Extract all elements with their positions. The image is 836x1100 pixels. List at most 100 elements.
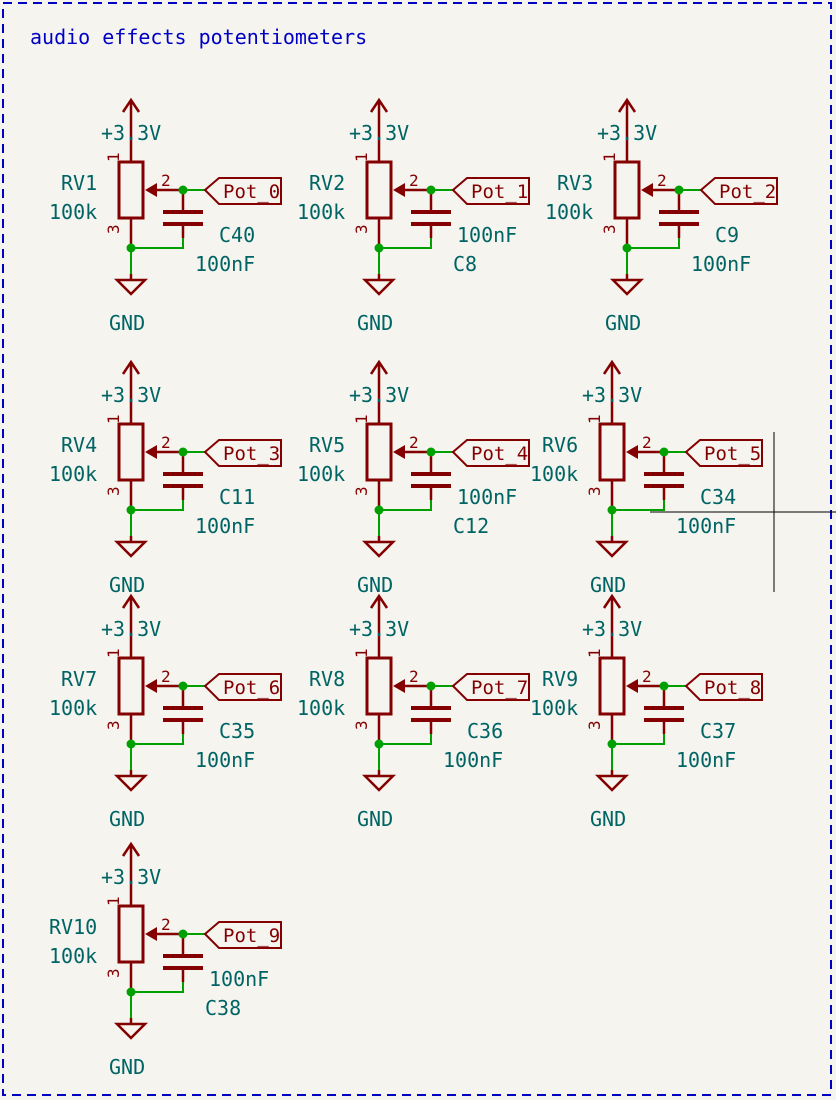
net-label: Pot_0: [223, 181, 280, 203]
potentiometer-symbol: [365, 656, 393, 716]
pin-number: 2: [161, 433, 171, 452]
ground-icon: [361, 770, 397, 792]
net-label: Pot_8: [704, 677, 761, 699]
pin-number: 3: [352, 486, 371, 496]
net-label: Pot_2: [719, 181, 776, 203]
wiper-arrow-icon: [393, 445, 405, 459]
cap-reference: C36: [467, 719, 503, 743]
cap-reference: C8: [453, 252, 477, 276]
ground-label: GND: [357, 807, 393, 831]
junction-dot: [607, 739, 617, 749]
junction-dot: [374, 739, 384, 749]
sheet-title: audio effects potentiometers: [30, 25, 367, 49]
pot-block-8: +3.3V123GNDRV8100kPot_7C36100nF: [297, 593, 530, 831]
pot-block-6: +3.3V123GNDRV6100kPot_5C34100nF: [530, 359, 763, 597]
cap-reference: C34: [700, 485, 736, 509]
pin-number: 2: [409, 667, 419, 686]
cap-reference: C11: [219, 485, 255, 509]
pin-number: 2: [161, 915, 171, 934]
ground-icon: [113, 1018, 149, 1040]
net-label: Pot_3: [223, 443, 280, 465]
pin-number: 3: [585, 486, 604, 496]
power-label: +3.3V: [349, 121, 409, 145]
power-label: +3.3V: [582, 617, 642, 641]
wiper-arrow-icon: [393, 679, 405, 693]
pot-value: 100k: [297, 200, 345, 224]
pin-number: 3: [600, 224, 619, 234]
cap-value: 100nF: [691, 252, 751, 276]
cap-value: 100nF: [195, 748, 255, 772]
net-label: Pot_4: [471, 443, 528, 465]
cap-value: 100nF: [457, 223, 517, 247]
pot-value: 100k: [49, 944, 97, 968]
wiper-arrow-icon: [145, 927, 157, 941]
pin-number: 2: [161, 667, 171, 686]
cap-reference: C38: [205, 996, 241, 1020]
ground-icon: [113, 770, 149, 792]
pot-value: 100k: [530, 696, 578, 720]
ground-label: GND: [109, 573, 145, 597]
wiper-arrow-icon: [145, 183, 157, 197]
ground-icon: [594, 536, 630, 558]
pin-number: 3: [104, 486, 123, 496]
ground-label: GND: [109, 807, 145, 831]
wiper-arrow-icon: [145, 679, 157, 693]
ground-icon: [609, 274, 645, 296]
cap-reference: C35: [219, 719, 255, 743]
power-label: +3.3V: [101, 121, 161, 145]
pot-value: 100k: [545, 200, 593, 224]
net-label: Pot_7: [471, 677, 528, 699]
pot-block-4: +3.3V123GNDRV4100kPot_3C11100nF: [49, 359, 282, 597]
pot-reference: RV10: [49, 915, 97, 939]
pin-number: 3: [352, 720, 371, 730]
power-label: +3.3V: [101, 865, 161, 889]
pot-value: 100k: [297, 696, 345, 720]
pin-number: 2: [409, 171, 419, 190]
ground-label: GND: [590, 807, 626, 831]
pot-block-9: +3.3V123GNDRV9100kPot_8C37100nF: [530, 593, 763, 831]
pin-number: 2: [409, 433, 419, 452]
junction-dot: [607, 505, 617, 515]
pot-value: 100k: [49, 696, 97, 720]
wiper-arrow-icon: [145, 445, 157, 459]
potentiometer-symbol: [117, 422, 145, 482]
junction-dot: [178, 681, 188, 691]
potentiometer-symbol: [117, 656, 145, 716]
junction-dot: [659, 681, 669, 691]
junction-dot: [622, 243, 632, 253]
wiper-arrow-icon: [626, 445, 638, 459]
ground-icon: [113, 274, 149, 296]
cap-value: 100nF: [209, 967, 269, 991]
pin-number: 2: [642, 667, 652, 686]
ground-label: GND: [109, 311, 145, 335]
cap-value: 100nF: [195, 252, 255, 276]
pot-block-1: +3.3V123GNDRV1100kPot_0C40100nF: [49, 97, 282, 335]
blocks-layer: +3.3V123GNDRV1100kPot_0C40100nF+3.3V123G…: [49, 97, 778, 1079]
wiper-arrow-icon: [626, 679, 638, 693]
cap-reference: C37: [700, 719, 736, 743]
pot-value: 100k: [530, 462, 578, 486]
junction-dot: [426, 681, 436, 691]
power-label: +3.3V: [101, 383, 161, 407]
pot-reference: RV7: [61, 667, 97, 691]
cap-reference: C40: [219, 223, 255, 247]
wiper-arrow-icon: [393, 183, 405, 197]
pot-block-5: +3.3V123GNDRV5100kPot_4100nFC12: [297, 359, 530, 597]
net-label: Pot_5: [704, 443, 761, 465]
ground-label: GND: [357, 311, 393, 335]
junction-dot: [126, 243, 136, 253]
pot-reference: RV6: [542, 433, 578, 457]
cap-value: 100nF: [457, 485, 517, 509]
power-label: +3.3V: [349, 617, 409, 641]
cap-value: 100nF: [195, 514, 255, 538]
ground-icon: [361, 274, 397, 296]
ground-label: GND: [605, 311, 641, 335]
junction-dot: [374, 243, 384, 253]
cap-value: 100nF: [443, 748, 503, 772]
wiper-arrow-icon: [641, 183, 653, 197]
pot-value: 100k: [49, 200, 97, 224]
potentiometer-symbol: [365, 422, 393, 482]
cap-reference: C12: [453, 514, 489, 538]
pot-reference: RV8: [309, 667, 345, 691]
pot-reference: RV2: [309, 171, 345, 195]
